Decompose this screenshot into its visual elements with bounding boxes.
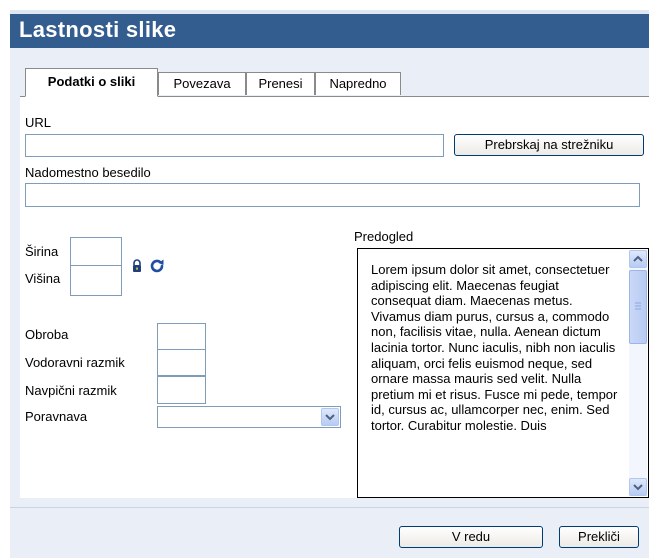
preview-box: Lorem ipsum dolor sit amet, consectetuer… xyxy=(357,248,649,498)
border-input[interactable] xyxy=(157,323,206,350)
dialog-titlebar[interactable]: Lastnosti slike xyxy=(10,10,649,48)
height-label: Višina xyxy=(25,271,61,286)
border-label: Obroba xyxy=(25,327,69,342)
align-select[interactable] xyxy=(157,406,341,428)
tab-advanced[interactable]: Napredno xyxy=(315,72,401,95)
tab-upload[interactable]: Prenesi xyxy=(246,72,315,95)
browse-server-button[interactable]: Prebrskaj na strežniku xyxy=(454,134,644,156)
scroll-up-icon[interactable] xyxy=(629,250,647,268)
url-input[interactable] xyxy=(25,134,444,157)
hspace-label: Vodoravni razmik xyxy=(25,355,125,370)
tab-image-info[interactable]: Podatki o sliki xyxy=(25,68,158,97)
align-label: Poravnava xyxy=(25,409,88,424)
chevron-down-icon[interactable] xyxy=(321,408,339,426)
tab-panel-image-info: URL Prebrskaj na strežniku Nadomestno be… xyxy=(20,96,649,498)
height-input[interactable] xyxy=(70,265,122,296)
vspace-label: Navpični razmik xyxy=(25,383,117,398)
alt-text-input[interactable] xyxy=(25,183,640,207)
preview-label: Predogled xyxy=(354,229,414,244)
vspace-input[interactable] xyxy=(157,376,206,404)
dialog-footer: V redu Prekliči xyxy=(10,507,649,558)
width-label: Širina xyxy=(25,244,59,259)
cancel-button[interactable]: Prekliči xyxy=(559,526,639,548)
reset-size-icon[interactable] xyxy=(149,258,165,274)
dialog-title: Lastnosti slike xyxy=(19,17,177,42)
scrollbar-thumb[interactable] xyxy=(629,270,647,344)
hspace-input[interactable] xyxy=(157,349,206,376)
preview-scrollbar[interactable] xyxy=(629,250,647,496)
ok-button[interactable]: V redu xyxy=(399,526,543,548)
scroll-down-icon[interactable] xyxy=(629,478,647,496)
image-properties-dialog: Lastnosti slike Podatki o sliki Povezava… xyxy=(10,10,649,558)
preview-text: Lorem ipsum dolor sit amet, consectetuer… xyxy=(371,262,618,433)
lock-icon[interactable] xyxy=(130,259,144,273)
alt-text-label: Nadomestno besedilo xyxy=(25,165,151,180)
tab-link[interactable]: Povezava xyxy=(158,72,246,95)
url-label: URL xyxy=(25,115,52,130)
